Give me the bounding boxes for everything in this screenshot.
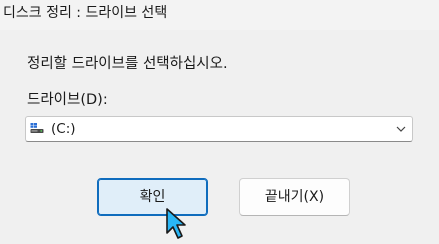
drive-label: 드라이브(D):	[27, 92, 108, 108]
drive-icon	[30, 123, 44, 133]
exit-button[interactable]: 끝내기(X)	[239, 178, 350, 216]
title-bar: 디스크 정리 : 드라이브 선택	[0, 0, 439, 30]
drive-selected-value: (C:)	[51, 121, 76, 137]
drive-dropdown[interactable]: (C:)	[25, 116, 413, 142]
window-title: 디스크 정리 : 드라이브 선택	[3, 5, 168, 21]
mouse-cursor-icon	[166, 208, 186, 239]
disk-cleanup-dialog: 디스크 정리 : 드라이브 선택 정리할 드라이브를 선택하십시오. 드라이브(…	[0, 0, 439, 244]
select-drive-prompt: 정리할 드라이브를 선택하십시오.	[27, 56, 228, 72]
ok-button[interactable]: 확인	[97, 178, 208, 216]
chevron-down-icon[interactable]	[396, 124, 406, 134]
